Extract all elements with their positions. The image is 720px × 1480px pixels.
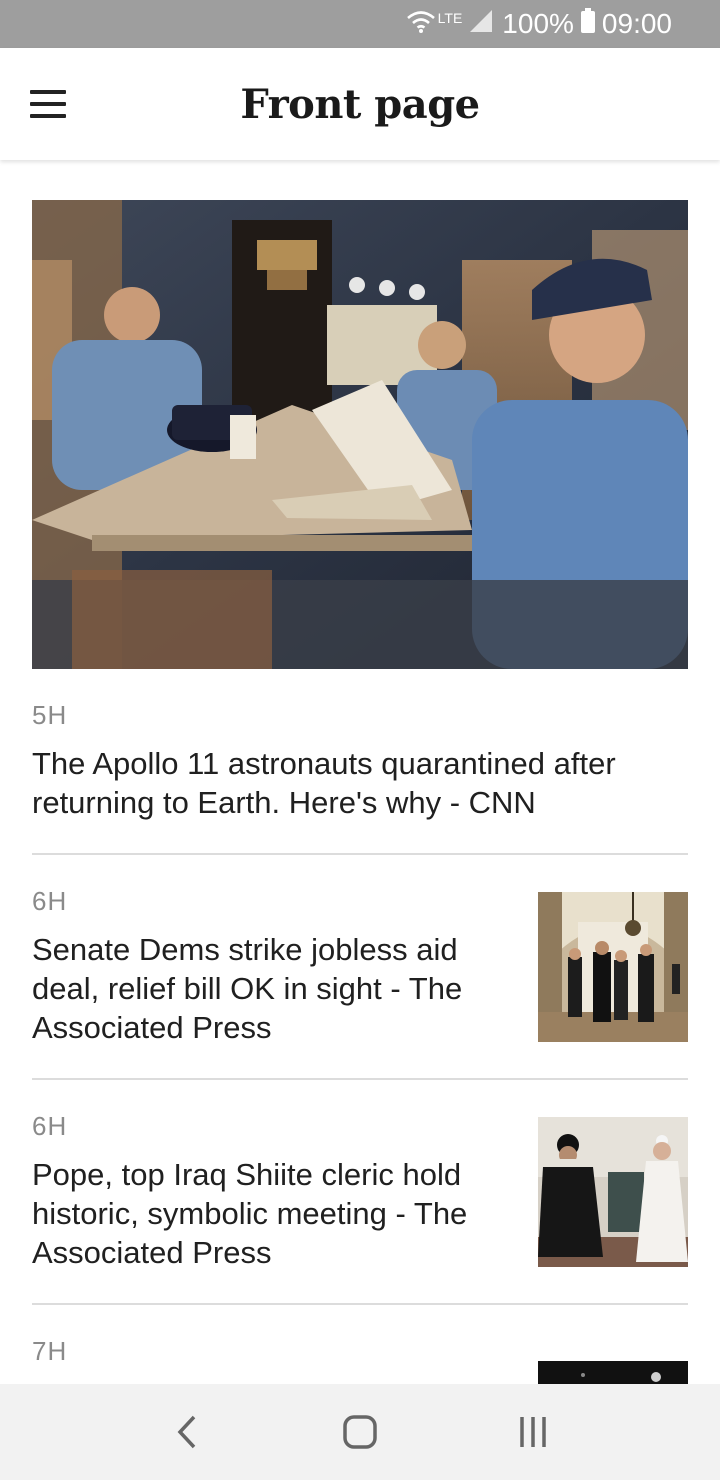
clock: 09:00	[601, 8, 672, 39]
article-timestamp: 7H	[32, 1336, 68, 1366]
page-title: Front page	[240, 80, 480, 128]
divider	[32, 1078, 688, 1080]
app-bar: Front page	[0, 48, 720, 160]
divider	[32, 1303, 688, 1305]
battery-percent: 100%	[502, 8, 574, 39]
recents-icon[interactable]	[503, 1402, 563, 1462]
hamburger-menu-icon[interactable]	[22, 80, 74, 128]
wifi-icon	[406, 8, 436, 40]
battery-icon	[580, 7, 596, 41]
status-bar: LTE 100% 09:00	[0, 0, 720, 48]
back-icon[interactable]	[157, 1402, 217, 1462]
signal-icon	[468, 8, 494, 40]
divider	[32, 853, 688, 855]
system-nav-bar	[0, 1384, 720, 1480]
news-feed[interactable]: 5H The Apollo 11 astronauts quarantined …	[0, 160, 720, 1384]
hero-timestamp: 5H	[32, 700, 68, 730]
article-headline[interactable]: Senate Dems strike jobless aid deal, rel…	[32, 930, 512, 1047]
apollo-astronauts-photo[interactable]	[32, 200, 688, 669]
pope-cleric-meeting-photo[interactable]	[538, 1117, 688, 1267]
hero-headline[interactable]: The Apollo 11 astronauts quarantined aft…	[32, 744, 688, 822]
capitol-hallway-photo[interactable]	[538, 892, 688, 1042]
article-headline[interactable]: Pope, top Iraq Shiite cleric hold histor…	[32, 1155, 512, 1272]
network-type: LTE	[437, 10, 463, 26]
dark-thumbnail-photo[interactable]	[538, 1361, 688, 1384]
home-icon[interactable]	[330, 1402, 390, 1462]
article-timestamp: 6H	[32, 1111, 68, 1141]
article-timestamp: 6H	[32, 886, 68, 916]
